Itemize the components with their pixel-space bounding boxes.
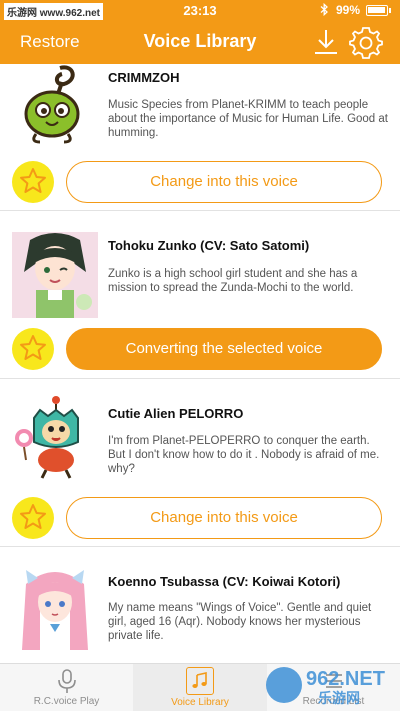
voice-list[interactable]: CRIMMZOH Music Species from Planet-KRIMM… [0, 64, 400, 663]
favorite-star-icon[interactable] [12, 161, 54, 203]
voice-item-tsubassa: Koenno Tsubassa (CV: Koiwai Kotori) My n… [0, 548, 400, 663]
voice-name: CRIMMZOH [108, 70, 180, 85]
pelorro-avatar [12, 394, 98, 480]
converting-voice-button[interactable]: Converting the selected voice [66, 328, 382, 370]
microphone-icon [54, 668, 80, 694]
gear-icon[interactable] [349, 25, 383, 59]
download-icon[interactable] [313, 28, 339, 56]
battery-percent: 99% [336, 3, 361, 17]
crimmzoh-avatar [12, 64, 98, 148]
zunko-avatar [12, 232, 98, 318]
voice-name: Koenno Tsubassa (CV: Koiwai Kotori) [108, 574, 341, 589]
voice-item-pelorro: Cutie Alien PELORRO I'm from Planet-PELO… [0, 380, 400, 547]
tab-label: Recorded List [302, 696, 365, 707]
restore-button[interactable]: Restore [20, 32, 80, 52]
tab-recorded-list[interactable]: Recorded List [267, 664, 400, 711]
music-note-icon [186, 667, 214, 695]
change-voice-button[interactable]: Change into this voice [66, 161, 382, 203]
tab-label: Voice Library [171, 697, 229, 708]
voice-item-crimmzoh: CRIMMZOH Music Species from Planet-KRIMM… [0, 64, 400, 211]
bluetooth-icon [320, 2, 329, 19]
tab-rc-voice-play[interactable]: R.C.voice Play [0, 664, 133, 711]
tsubassa-avatar [12, 564, 98, 650]
tab-label: R.C.voice Play [33, 696, 100, 707]
voice-name: Tohoku Zunko (CV: Sato Satomi) [108, 238, 310, 253]
list-icon [321, 668, 347, 694]
voice-description: Zunko is a high school girl student and … [108, 268, 358, 294]
voice-description: Music Species from Planet-KRIMM to teach… [108, 99, 388, 139]
favorite-star-icon[interactable] [12, 328, 54, 370]
status-bar: 乐游网 www.962.net 23:13 99% [0, 0, 400, 20]
voice-description: My name means "Wings of Voice". Gentle a… [108, 602, 372, 642]
tab-bar: R.C.voice Play Voice Library Recorded Li… [0, 663, 400, 711]
voice-name: Cutie Alien PELORRO [108, 406, 244, 421]
voice-item-zunko: Tohoku Zunko (CV: Sato Satomi) Zunko is … [0, 212, 400, 379]
nav-bar: Restore Voice Library [0, 20, 400, 64]
battery-icon [366, 5, 391, 16]
change-voice-button[interactable]: Change into this voice [66, 497, 382, 539]
favorite-star-icon[interactable] [12, 497, 54, 539]
tab-voice-library[interactable]: Voice Library [133, 664, 267, 711]
voice-description: I'm from Planet-PELOPERRO to conquer the… [108, 435, 380, 475]
